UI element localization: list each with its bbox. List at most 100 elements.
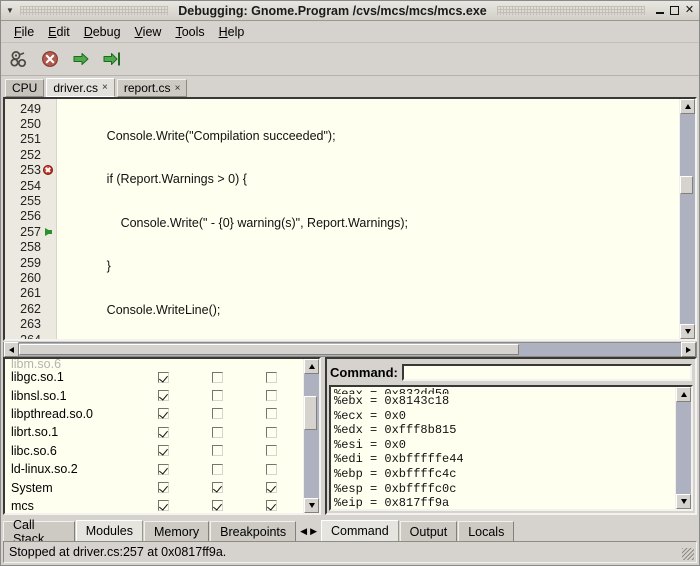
window-menu-icon[interactable]: ▼ (4, 5, 16, 17)
module-row[interactable]: librt.so.1 (5, 423, 303, 441)
scroll-track[interactable] (680, 114, 695, 324)
module-col-4 (298, 427, 303, 438)
scroll-thumb[interactable] (304, 396, 317, 430)
menu-item-view[interactable]: View (128, 23, 169, 41)
code-lines[interactable]: Console.Write("Compilation succeeded"); … (57, 99, 679, 339)
menu-item-debug[interactable]: Debug (77, 23, 128, 41)
close-icon[interactable]: ✕ (683, 4, 696, 17)
line-number: 263 (20, 317, 41, 331)
tab-scroll-left-icon[interactable]: ◀ (300, 526, 307, 537)
module-checkbox-symbols[interactable] (212, 427, 223, 438)
menu-item-file[interactable]: File (7, 23, 41, 41)
scroll-thumb[interactable] (680, 176, 693, 194)
line-number-gutter[interactable]: 249 250 251 252 253 254 255 256 257 258 … (5, 99, 57, 339)
tab-modules[interactable]: Modules (76, 520, 143, 541)
module-row[interactable]: mcs (5, 497, 303, 513)
scroll-down-button[interactable] (676, 494, 691, 509)
tab-call-stack[interactable]: Call Stack (3, 521, 75, 541)
line-number: 264 (20, 333, 41, 339)
tab-command[interactable]: Command (321, 520, 399, 541)
modules-vertical-scrollbar[interactable] (303, 359, 319, 513)
module-checkbox-loaded[interactable] (158, 482, 169, 493)
module-checkbox-stepinto[interactable] (266, 500, 277, 511)
gutter-line: 263 (5, 316, 56, 331)
module-checkbox-stepinto[interactable] (266, 464, 277, 475)
tab-output[interactable]: Output (400, 521, 458, 541)
module-checkbox-loaded[interactable] (158, 445, 169, 456)
file-tab-driver-cs[interactable]: driver.cs × (46, 78, 115, 97)
module-checkbox-symbols[interactable] (212, 500, 223, 511)
module-col-4 (298, 482, 303, 493)
menu-item-tools[interactable]: Tools (168, 23, 211, 41)
module-checkbox-symbols[interactable] (212, 372, 223, 383)
modules-list-box[interactable]: libm.so.6 libgc.so.1 libnsl.so.1 (3, 357, 321, 515)
gutter-line: 257 (5, 224, 56, 239)
module-row[interactable]: libgc.so.1 (5, 368, 303, 386)
modules-list[interactable]: libm.so.6 libgc.so.1 libnsl.so.1 (5, 359, 303, 513)
file-tab-driver-cs-close-icon[interactable]: × (102, 82, 108, 93)
module-checkbox-stepinto[interactable] (266, 390, 277, 401)
scroll-thumb-h[interactable] (19, 344, 519, 355)
resize-grip-icon[interactable] (682, 548, 694, 560)
menu-item-help[interactable]: Help (212, 23, 252, 41)
menu-item-edit[interactable]: Edit (41, 23, 77, 41)
file-tab-report-cs-close-icon[interactable]: × (175, 83, 181, 94)
tab-memory-label: Memory (154, 525, 199, 539)
file-tab-report-cs[interactable]: report.cs × (117, 79, 188, 97)
registers-vertical-scrollbar[interactable] (675, 387, 691, 509)
module-checkbox-symbols[interactable] (212, 445, 223, 456)
module-row-clipped[interactable]: libm.so.6 (5, 359, 303, 368)
scroll-up-button[interactable] (676, 387, 691, 402)
module-checkbox-symbols[interactable] (212, 390, 223, 401)
module-checkbox-symbols[interactable] (212, 482, 223, 493)
module-name: libgc.so.1 (11, 370, 136, 384)
module-checkbox-loaded[interactable] (158, 390, 169, 401)
module-col-1 (136, 500, 190, 511)
module-checkbox-stepinto[interactable] (266, 482, 277, 493)
module-checkbox-loaded[interactable] (158, 464, 169, 475)
module-checkbox-loaded[interactable] (158, 408, 169, 419)
module-checkbox-symbols[interactable] (212, 464, 223, 475)
scroll-right-button[interactable] (681, 342, 696, 357)
tab-locals[interactable]: Locals (458, 521, 514, 541)
scroll-track[interactable] (304, 374, 319, 498)
tab-locals-label: Locals (468, 525, 504, 539)
stop-icon[interactable] (39, 48, 61, 70)
registers-view[interactable]: %eax = 0x832dd50 %ebx = 0x8143c18 %ecx =… (329, 385, 693, 511)
module-row[interactable]: libnsl.so.1 (5, 386, 303, 404)
module-checkbox-loaded[interactable] (158, 500, 169, 511)
scroll-track[interactable] (676, 402, 691, 494)
module-checkbox-loaded[interactable] (158, 372, 169, 383)
tab-memory[interactable]: Memory (144, 521, 209, 541)
module-checkbox-stepinto[interactable] (266, 408, 277, 419)
module-checkbox-stepinto[interactable] (266, 372, 277, 383)
file-tab-cpu[interactable]: CPU (5, 79, 44, 97)
module-row[interactable]: libc.so.6 (5, 442, 303, 460)
scroll-up-button[interactable] (680, 99, 695, 114)
module-row[interactable]: ld-linux.so.2 (5, 460, 303, 478)
editor-horizontal-scrollbar[interactable] (3, 342, 697, 357)
scroll-up-button[interactable] (304, 359, 319, 374)
editor-vertical-scrollbar[interactable] (679, 99, 695, 339)
module-checkbox-stepinto[interactable] (266, 427, 277, 438)
module-checkbox-stepinto[interactable] (266, 445, 277, 456)
scroll-down-button[interactable] (680, 324, 695, 339)
maximize-icon[interactable] (668, 4, 681, 17)
scroll-down-button[interactable] (304, 498, 319, 513)
step-into-icon[interactable] (101, 48, 123, 70)
command-input[interactable] (402, 364, 692, 381)
module-row[interactable]: libpthread.so.0 (5, 405, 303, 423)
breakpoint-icon[interactable] (42, 165, 54, 175)
tab-breakpoints[interactable]: Breakpoints (210, 521, 296, 541)
gutter-line: 258 (5, 240, 56, 255)
run-debug-icon[interactable] (8, 48, 30, 70)
minimize-icon[interactable] (653, 4, 666, 17)
module-row[interactable]: System (5, 478, 303, 496)
tab-scroll-right-icon[interactable]: ▶ (310, 526, 317, 537)
scroll-track-h[interactable] (19, 343, 681, 356)
step-over-icon[interactable] (70, 48, 92, 70)
scroll-left-button[interactable] (4, 342, 19, 357)
module-checkbox-loaded[interactable] (158, 427, 169, 438)
module-checkbox-symbols[interactable] (212, 408, 223, 419)
code-area[interactable]: 249 250 251 252 253 254 255 256 257 258 … (5, 99, 679, 339)
